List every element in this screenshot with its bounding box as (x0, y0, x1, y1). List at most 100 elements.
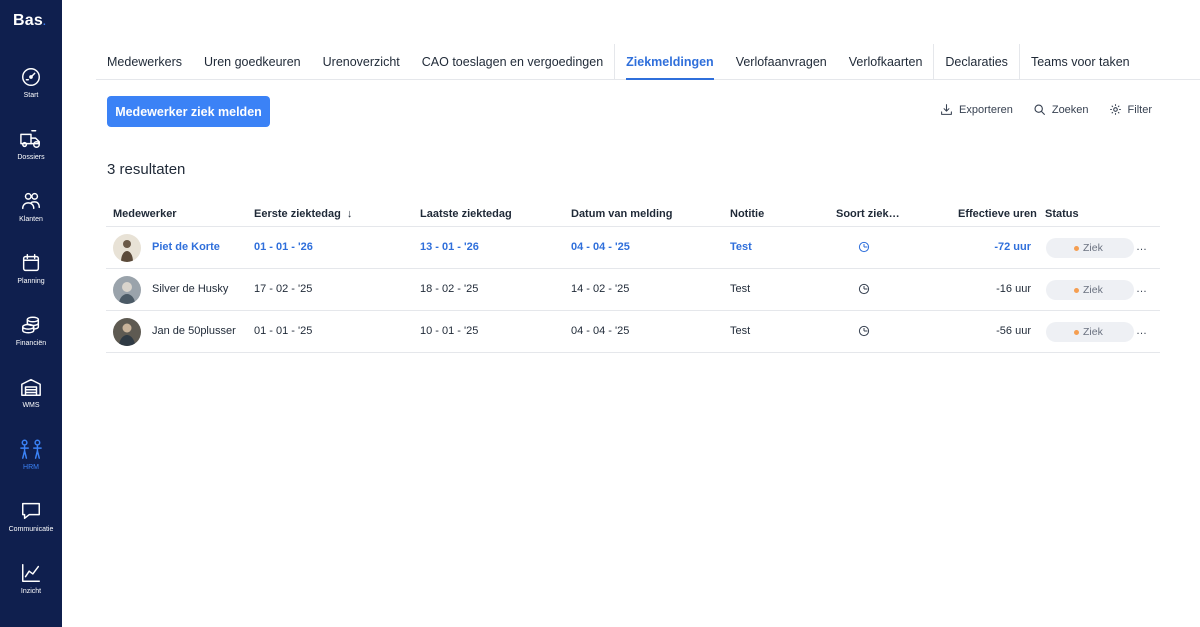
sidebar-item-start[interactable]: Start (0, 66, 62, 128)
download-icon (941, 104, 952, 115)
tab-teams-voor-taken[interactable]: Teams voor taken (1018, 44, 1141, 79)
notitie: Test (730, 241, 752, 253)
search-label: Zoeken (1051, 103, 1089, 116)
sidebar-item-inzicht[interactable]: Inzicht (0, 562, 62, 624)
export-button[interactable]: Exporteren (940, 103, 1013, 116)
tab-declaraties[interactable]: Declaraties (933, 44, 1019, 79)
coins-icon (22, 316, 40, 334)
status-label: Ziek (1083, 326, 1103, 338)
datum-melding: 04 - 04 - '25 (571, 241, 630, 253)
status-label: Ziek (1083, 242, 1103, 254)
col-header-label: Eerste ziektedag (254, 208, 341, 220)
datum-melding: 14 - 02 - '25 (571, 283, 630, 295)
row-more-button[interactable]: … (1136, 283, 1147, 295)
status-badge: Ziek (1046, 280, 1134, 300)
tab-verlofkaarten[interactable]: Verlofkaarten (838, 44, 934, 79)
truck-icon (20, 130, 40, 148)
tab-verlofaanvragen[interactable]: Verlofaanvragen (725, 44, 838, 79)
notitie: Test (730, 283, 751, 295)
export-label: Exporteren (959, 103, 1013, 116)
eerste-ziektedag: 01 - 01 - '26 (254, 241, 313, 253)
eerste-ziektedag: 01 - 01 - '25 (254, 325, 313, 337)
table-row[interactable]: Piet de Korte 01 - 01 - '26 13 - 01 - '2… (106, 227, 1160, 269)
laatste-ziektedag: 18 - 02 - '25 (420, 283, 479, 295)
status-badge: Ziek (1046, 322, 1134, 342)
warehouse-icon (21, 378, 41, 396)
search-button[interactable]: Zoeken (1033, 103, 1089, 116)
sidebar: Bas. Start Dossiers Klanten Planning Fin… (0, 0, 62, 627)
filter-button[interactable]: Filter (1109, 103, 1152, 116)
status-label: Ziek (1083, 284, 1103, 296)
tab-ziekmeldingen[interactable]: Ziekmeldingen (614, 44, 725, 80)
status-dot (1074, 245, 1079, 251)
chat-icon (22, 502, 40, 520)
row-more-button[interactable]: … (1136, 325, 1147, 337)
search-icon (1034, 104, 1045, 115)
avatar (113, 318, 141, 346)
sidebar-item-label: Planning (17, 278, 45, 285)
laatste-ziektedag: 13 - 01 - '26 (420, 241, 479, 253)
tab-urenoverzicht[interactable]: Urenoverzicht (312, 44, 411, 79)
sidebar-item-communicatie[interactable]: Communicatie (0, 500, 62, 562)
tab-medewerkers[interactable]: Medewerkers (96, 44, 193, 79)
calendar-icon (22, 254, 40, 272)
table-row[interactable]: Silver de Husky 17 - 02 - '25 18 - 02 - … (106, 269, 1160, 311)
status-badge: Ziek (1046, 238, 1134, 258)
tab-uren-goedkeuren[interactable]: Uren goedkeuren (193, 44, 312, 79)
employee-name[interactable]: Jan de 50plusser (152, 325, 236, 337)
sidebar-item-label: Inzicht (20, 588, 42, 595)
toolbar-actions: Exporteren Zoeken Filter (940, 103, 1152, 116)
medewerker-ziek-melden-button[interactable]: Medewerker ziek melden (107, 96, 270, 127)
eerste-ziektedag: 17 - 02 - '25 (254, 283, 313, 295)
sidebar-item-label: HRM (23, 464, 39, 471)
sidebar-item-wms[interactable]: WMS (0, 376, 62, 438)
status-dot (1074, 287, 1079, 293)
sidebar-item-label: Dossiers (17, 154, 45, 161)
sidebar-item-label: Start (23, 92, 39, 99)
sick-reports-table: Medewerker Eerste ziektedag ↓ Laatste zie… (106, 200, 1160, 353)
col-header-notitie[interactable]: Notitie (730, 208, 764, 220)
people-icon (20, 439, 42, 459)
table-row[interactable]: Jan de 50plusser 01 - 01 - '25 10 - 01 -… (106, 311, 1160, 353)
employee-name[interactable]: Silver de Husky (152, 283, 228, 295)
col-header-soort-ziek[interactable]: Soort ziek… (836, 208, 900, 220)
sick-type-icon (858, 325, 870, 337)
sick-type-icon (858, 241, 870, 253)
col-header-status[interactable]: Status (1045, 208, 1079, 220)
col-header-datum-melding[interactable]: Datum van melding (571, 208, 672, 220)
sick-type-icon (858, 283, 870, 295)
chart-icon (22, 564, 40, 582)
sidebar-item-label: Klanten (19, 216, 43, 223)
customers-icon (22, 192, 40, 210)
sidebar-item-label: WMS (22, 402, 40, 409)
datum-melding: 04 - 04 - '25 (571, 325, 630, 337)
sidebar-item-label: Financiën (15, 340, 47, 347)
employee-name[interactable]: Piet de Korte (152, 241, 220, 253)
sidebar-item-planning[interactable]: Planning (0, 252, 62, 314)
avatar (113, 234, 141, 262)
notitie: Test (730, 325, 751, 337)
gauge-icon (22, 68, 40, 86)
sidebar-item-financien[interactable]: Financiën (0, 314, 62, 376)
tab-bar: Medewerkers Uren goedkeuren Urenoverzich… (96, 44, 1200, 80)
bas-logo[interactable]: Bas. (13, 12, 46, 30)
effectieve-uren: -16 uur (996, 283, 1031, 295)
sidebar-item-klanten[interactable]: Klanten (0, 190, 62, 252)
tab-cao-toeslagen[interactable]: CAO toeslagen en vergoedingen (411, 44, 614, 79)
laatste-ziektedag: 10 - 01 - '25 (420, 325, 479, 337)
col-header-medewerker[interactable]: Medewerker (113, 208, 177, 220)
col-header-eerste-ziektedag[interactable]: Eerste ziektedag ↓ (254, 208, 352, 220)
arrow-down-icon: ↓ (346, 208, 353, 220)
sidebar-item-label: Communicatie (8, 526, 54, 533)
col-header-effectieve-uren[interactable]: Effectieve uren (958, 208, 1037, 220)
sidebar-item-hrm[interactable]: HRM (0, 438, 62, 500)
sidebar-item-dossiers[interactable]: Dossiers (0, 128, 62, 190)
col-header-laatste-ziektedag[interactable]: Laatste ziektedag (420, 208, 512, 220)
table-header: Medewerker Eerste ziektedag ↓ Laatste zie… (106, 200, 1160, 227)
effectieve-uren: -72 uur (994, 241, 1031, 253)
gear-icon (1109, 104, 1121, 115)
filter-label: Filter (1127, 103, 1152, 116)
effectieve-uren: -56 uur (996, 325, 1031, 337)
row-more-button[interactable]: … (1136, 241, 1147, 253)
results-count: 3 resultaten (107, 161, 186, 178)
